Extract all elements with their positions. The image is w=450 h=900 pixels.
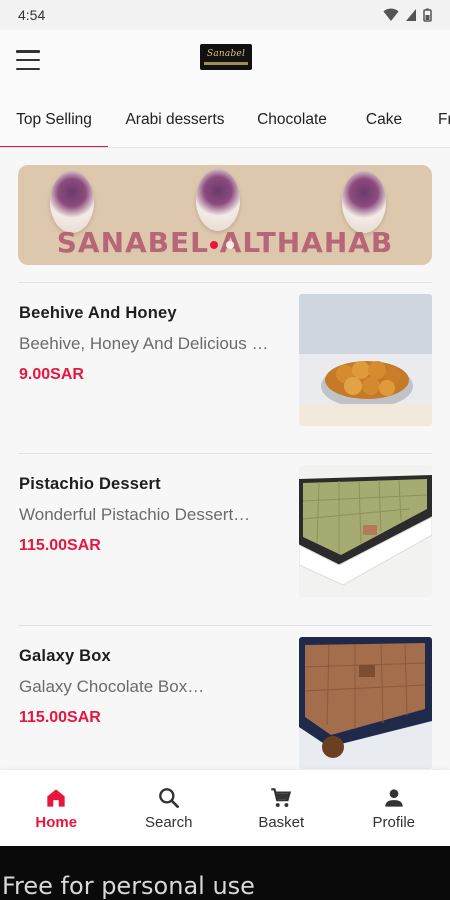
product-image-pistachio [299, 465, 432, 597]
home-icon [47, 789, 65, 807]
product-description: Wonderful Pistachio Dessert… [19, 505, 251, 524]
product-name: Beehive And Honey [19, 304, 177, 322]
logo-underline [204, 62, 248, 65]
divider [18, 282, 432, 283]
hamburger-icon-line [16, 67, 40, 70]
nav-profile[interactable]: Profile [338, 770, 450, 846]
divider [18, 453, 432, 454]
banner-dot[interactable] [226, 241, 234, 249]
brand-logo: Sanabel [200, 44, 252, 70]
divider [18, 625, 432, 626]
tab-arabi-desserts[interactable]: Arabi desserts [108, 92, 242, 147]
product-card[interactable]: Galaxy Box Galaxy Chocolate Box… 115.00S… [0, 637, 450, 770]
status-time: 4:54 [18, 7, 46, 23]
nav-basket[interactable]: Basket [225, 770, 338, 846]
cake-image [196, 169, 240, 231]
cake-image [342, 171, 386, 233]
status-icons [383, 8, 432, 22]
battery-icon [423, 8, 432, 22]
nav-basket-label: Basket [258, 814, 305, 831]
logo-script: Sanabel [206, 49, 246, 59]
nav-search[interactable]: Search [113, 770, 226, 846]
bottom-navigation: Home Search Basket Profile [0, 770, 450, 846]
nav-profile-label: Profile [372, 814, 416, 831]
search-icon [158, 788, 179, 808]
cart-icon [271, 788, 292, 807]
product-name: Galaxy Box [19, 647, 111, 665]
product-image-beehive [299, 294, 432, 426]
nav-search-label: Search [144, 814, 193, 831]
product-card[interactable]: Pistachio Dessert Wonderful Pistachio De… [0, 465, 450, 615]
product-price: 115.00SAR [19, 709, 101, 726]
main-content: SANABEL ALTHAHAB Beehive And Honey Beehi… [0, 148, 450, 770]
product-price: 9.00SAR [19, 366, 84, 383]
app-bar: Sanabel [0, 30, 450, 92]
menu-button[interactable] [16, 50, 40, 70]
wifi-icon [383, 8, 399, 21]
person-icon [385, 789, 403, 807]
product-description: Galaxy Chocolate Box… [19, 677, 205, 696]
watermark-text: Free for personal use [2, 872, 255, 900]
product-name: Pistachio Dessert [19, 475, 161, 493]
hamburger-icon-line [16, 58, 40, 62]
hamburger-icon-line [16, 50, 40, 53]
promo-banner[interactable]: SANABEL ALTHAHAB [18, 165, 432, 265]
banner-dot[interactable] [210, 241, 218, 249]
nav-home[interactable]: Home [0, 770, 113, 846]
nav-home-label: Home [35, 814, 78, 831]
tab-fr[interactable]: Fr [426, 92, 450, 147]
product-image-galaxy-box [299, 637, 432, 769]
cake-image [50, 171, 94, 233]
signal-icon [406, 9, 416, 21]
category-tabs: Top Selling Arabi desserts Chocolate Cak… [0, 92, 450, 148]
tab-top-selling[interactable]: Top Selling [0, 92, 108, 147]
banner-pagination [210, 241, 234, 249]
product-description: Beehive, Honey And Delicious … [19, 334, 269, 353]
watermark-bar: Free for personal use [0, 846, 450, 900]
tab-chocolate[interactable]: Chocolate [242, 92, 342, 147]
product-price: 115.00SAR [19, 537, 101, 554]
product-card[interactable]: Beehive And Honey Beehive, Honey And Del… [0, 294, 450, 444]
status-bar: 4:54 [0, 0, 450, 30]
tab-cake[interactable]: Cake [342, 92, 426, 147]
